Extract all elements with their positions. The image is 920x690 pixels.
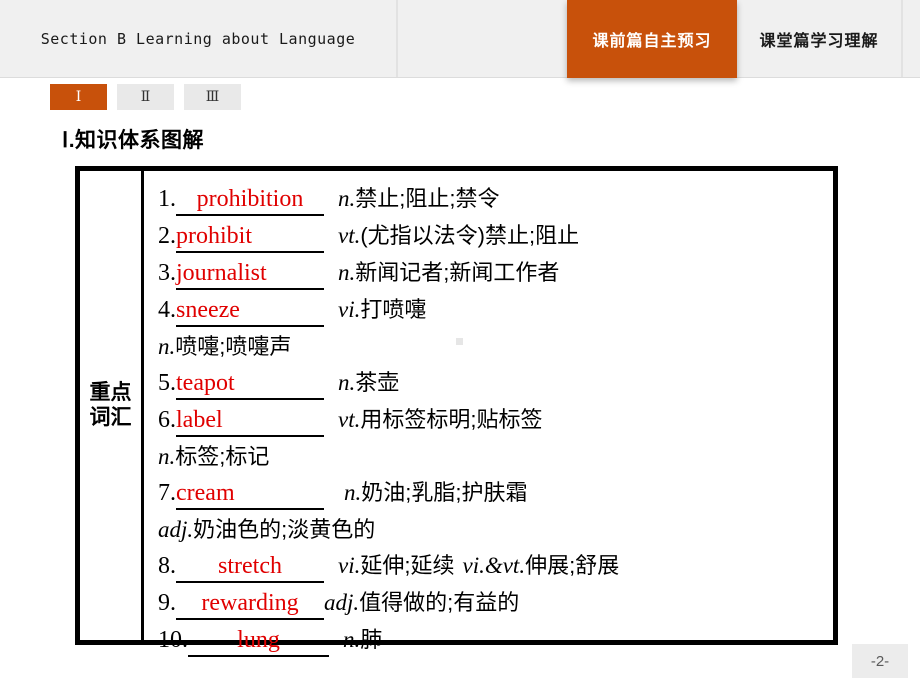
vocab-entry-row: 5. teapot n. 茶壶: [158, 365, 833, 402]
entry-word[interactable]: stretch: [176, 553, 324, 583]
entry-word[interactable]: sneeze: [176, 297, 324, 327]
vocabulary-box-label-cell: 重点词汇: [80, 171, 144, 640]
entry-pos: n.: [343, 627, 361, 652]
vocabulary-entry-list: 1. prohibition n. 禁止;阻止;禁令 2. prohibit v…: [144, 171, 833, 657]
entry-word[interactable]: cream: [176, 480, 324, 510]
vocab-entry-row: 6. label vt. 用标签标明;贴标签: [158, 402, 833, 439]
entry-pos: n.: [158, 444, 176, 469]
entry-definition: 延伸;延续: [360, 553, 455, 578]
subtab-1[interactable]: Ⅰ: [50, 84, 107, 110]
entry-definition: 用标签标明;贴标签: [360, 407, 543, 432]
entry-definition: 禁止;阻止;禁令: [355, 186, 500, 211]
page-number-badge: -2-: [852, 644, 908, 678]
entry-pos: n.: [338, 260, 356, 285]
vocab-entry-row: 1. prohibition n. 禁止;阻止;禁令: [158, 181, 833, 218]
vocabulary-box-label: 重点词汇: [89, 380, 132, 429]
entry-pos: n.: [344, 480, 362, 505]
entry-word[interactable]: journalist: [176, 260, 324, 290]
entry-word[interactable]: prohibition: [176, 186, 324, 216]
entry-definition: 喷嚏;喷嚏声: [175, 334, 292, 359]
subtab-3[interactable]: Ⅲ: [184, 84, 241, 110]
entry-pos-secondary: vi.&vt.: [462, 553, 526, 578]
entry-word[interactable]: rewarding: [176, 590, 324, 620]
entry-definition: 新闻记者;新闻工作者: [355, 260, 560, 285]
entry-pos: vt.: [338, 223, 361, 248]
entry-number: 4.: [158, 297, 176, 323]
entry-pos: adj.: [324, 590, 360, 615]
entry-word[interactable]: prohibit: [176, 223, 324, 253]
entry-definition: 奶油;乳脂;护肤霜: [361, 480, 528, 505]
entry-definition: 茶壶: [355, 370, 400, 395]
vocab-entry-row: 9. rewarding adj. 值得做的;有益的: [158, 585, 833, 622]
entry-pos: adj.: [158, 517, 194, 542]
entry-number: 10.: [158, 627, 188, 653]
section-heading: Ⅰ.知识体系图解: [62, 129, 205, 152]
entry-pos: n.: [338, 186, 356, 211]
entry-pos: vt.: [338, 407, 361, 432]
vocab-entry-row: 3. journalist n. 新闻记者;新闻工作者: [158, 255, 833, 292]
entry-number: 5.: [158, 370, 176, 396]
header-right-spacer: [903, 0, 920, 77]
entry-pos: vi.: [338, 553, 361, 578]
entry-word[interactable]: teapot: [176, 370, 324, 400]
entry-definition: 打喷嚏: [360, 297, 427, 322]
vocab-entry-row: 2. prohibit vt. (尤指以法令)禁止;阻止: [158, 218, 833, 255]
entry-number: 8.: [158, 553, 176, 579]
vocab-entry-row: 7. cream n. 奶油;乳脂;护肤霜: [158, 475, 833, 512]
entry-pos: vi.: [338, 297, 361, 322]
subtab-2[interactable]: Ⅱ: [117, 84, 174, 110]
entry-number: 9.: [158, 590, 176, 616]
entry-definition: 奶油色的;淡黄色的: [193, 517, 376, 542]
entry-number: 2.: [158, 223, 176, 249]
entry-number: 7.: [158, 480, 176, 506]
entry-number: 1.: [158, 186, 176, 212]
watermark-speck: [456, 338, 463, 345]
entry-definition: 标签;标记: [175, 444, 270, 469]
entry-pos: n.: [338, 370, 356, 395]
subtab-row: Ⅰ Ⅱ Ⅲ: [50, 84, 241, 110]
entry-pos: n.: [158, 334, 176, 359]
entry-number: 3.: [158, 260, 176, 286]
entry-definition: (尤指以法令)禁止;阻止: [360, 223, 580, 248]
header-bar: Section B Learning about Language 课前篇自主预…: [0, 0, 920, 78]
vocab-entry-continuation: n. 标签;标记: [158, 439, 833, 475]
entry-definition-secondary: 伸展;舒展: [525, 553, 620, 578]
vocab-entry-continuation: n. 喷嚏;喷嚏声: [158, 329, 833, 365]
page-title: Section B Learning about Language: [0, 0, 398, 77]
tab-in-class-learning[interactable]: 课堂篇学习理解: [737, 0, 903, 77]
header-spacer: [398, 0, 567, 77]
vocab-entry-row: 10. lung n. 肺: [158, 622, 833, 659]
entry-word[interactable]: lung: [188, 627, 329, 657]
entry-number: 6.: [158, 407, 176, 433]
vocab-entry-continuation: adj. 奶油色的;淡黄色的: [158, 512, 833, 548]
entry-definition: 值得做的;有益的: [359, 590, 520, 615]
entry-definition: 肺: [360, 627, 383, 652]
vocab-entry-row: 8. stretch vi. 延伸;延续 vi.&vt. 伸展;舒展: [158, 548, 833, 585]
vocabulary-box: 重点词汇 1. prohibition n. 禁止;阻止;禁令 2. prohi…: [75, 166, 838, 657]
entry-word[interactable]: label: [176, 407, 324, 437]
vocab-entry-row: 4. sneeze vi. 打喷嚏: [158, 292, 833, 329]
tab-pre-class-preview[interactable]: 课前篇自主预习: [567, 0, 737, 78]
